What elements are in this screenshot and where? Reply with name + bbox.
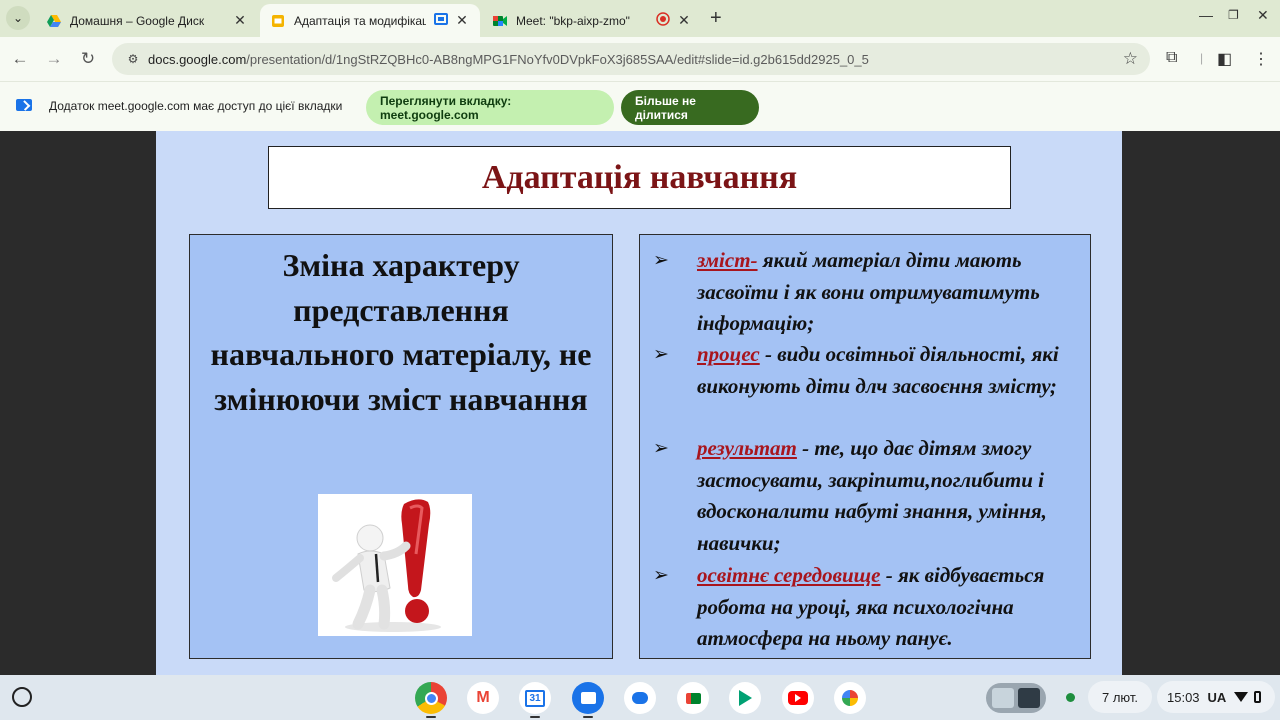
toolbar-divider: | — [1200, 51, 1204, 65]
battery-icon — [1254, 691, 1262, 703]
sharing-indicator-icon — [434, 13, 448, 28]
bookmark-star-icon[interactable]: ☆ — [1123, 49, 1138, 69]
tab-google-drive[interactable]: Домашня – Google Диск ✕ — [36, 4, 258, 37]
google-meet-icon — [492, 13, 508, 29]
chevron-down-icon: ⌄ — [12, 11, 24, 25]
address-bar[interactable]: ⚙ docs.google.com/presentation/d/1ngStRZ… — [112, 43, 1150, 75]
tab-sharing-bar: Додаток meet.google.com має доступ до ці… — [0, 81, 1280, 131]
view-tab-button[interactable]: Переглянути вкладку: meet.google.com — [366, 90, 614, 125]
gmail-icon[interactable]: M — [467, 682, 499, 714]
running-indicator — [583, 716, 593, 718]
bullet-text: зміст- який матеріал діти мають засвоїти… — [697, 245, 1082, 340]
chat-icon[interactable] — [624, 682, 656, 714]
photos-icon[interactable] — [834, 682, 866, 714]
meet-icon[interactable] — [677, 682, 709, 714]
tab-title: Домашня – Google Диск — [70, 13, 205, 28]
bullet-text: процес - види освітньої діяльності, які … — [697, 339, 1082, 402]
extensions-icon[interactable]: ⧉ — [1166, 49, 1177, 67]
url-host: docs.google.com — [148, 51, 247, 67]
input-language: UA — [1207, 689, 1227, 705]
google-drive-icon — [46, 13, 62, 29]
new-tab-button[interactable]: + — [710, 8, 722, 28]
clock: 15:03 — [1167, 689, 1200, 705]
running-indicator — [426, 716, 436, 718]
close-icon[interactable]: ✕ — [454, 12, 470, 29]
calendar-icon[interactable]: 31 — [519, 682, 551, 714]
slide-title: Адаптація навчання — [481, 158, 798, 196]
tab-meet[interactable]: Meet: "bkp-aixp-zmo" ✕ — [482, 4, 702, 37]
slide-title-box: Адаптація навчання — [268, 146, 1011, 209]
recording-status-icon[interactable] — [1066, 693, 1075, 702]
recording-icon — [656, 12, 670, 29]
close-window-icon[interactable]: ✕ — [1257, 7, 1269, 24]
tab-title: Meet: "bkp-aixp-zmo" — [516, 13, 630, 28]
os-shelf: M 31 7 лют. 15:03 UA — [0, 675, 1280, 720]
tab-search-button[interactable]: ⌄ — [6, 6, 30, 30]
launcher-icon[interactable] — [12, 687, 32, 707]
play-store-icon[interactable] — [729, 682, 761, 714]
browser-toolbar: ← → ↻ ⚙ docs.google.com/presentation/d/1… — [0, 37, 1280, 81]
bullet-term: процес — [697, 342, 760, 366]
back-arrow-icon[interactable]: ← — [8, 47, 32, 71]
tab-strip: ⌄ Домашня – Google Диск ✕ Адаптація та м… — [0, 0, 1280, 37]
tab-title: Адаптація та модифікаці — [294, 13, 426, 28]
restore-icon[interactable]: ❐ — [1228, 8, 1239, 22]
left-heading: Зміна характеру представлення навчальног… — [210, 247, 592, 417]
wifi-icon — [1234, 692, 1249, 702]
reload-icon[interactable]: ↻ — [76, 47, 100, 71]
side-panel-icon[interactable]: ◧ — [1217, 49, 1232, 69]
status-area[interactable]: 15:03 UA — [1157, 681, 1275, 713]
youtube-icon[interactable] — [782, 682, 814, 714]
site-settings-icon[interactable]: ⚙ — [118, 52, 148, 66]
left-text-box: Зміна характеру представлення навчальног… — [189, 234, 613, 659]
minimize-icon[interactable]: — — [1199, 7, 1213, 23]
bullet-text: освітнє середовище - як відбувається роб… — [697, 560, 1082, 655]
bullet-term: результат — [697, 436, 797, 460]
forward-arrow-icon[interactable]: → — [42, 47, 66, 71]
screen-capture-preview[interactable] — [986, 683, 1046, 713]
close-icon[interactable]: ✕ — [676, 12, 692, 29]
bullet-text: результат - те, що дає дітям змогу засто… — [697, 433, 1082, 559]
date-pill[interactable]: 7 лют. — [1088, 681, 1152, 713]
url-path: /presentation/d/1ngStRZQBHc0-AB8ngMPG1FN… — [246, 51, 869, 67]
slide[interactable]: Адаптація навчання Зміна характеру предс… — [156, 131, 1122, 675]
bullet-arrow-icon: ➢ — [653, 343, 669, 365]
running-indicator — [530, 716, 540, 718]
exclamation-person-illustration — [318, 494, 472, 636]
tab-slides[interactable]: Адаптація та модифікаці ✕ — [260, 4, 480, 37]
more-menu-icon[interactable]: ⋮ — [1253, 49, 1269, 69]
right-list-box: ➢ зміст- який матеріал діти мають засвої… — [639, 234, 1091, 659]
bullet-term: освітнє середовище — [697, 563, 881, 587]
files-icon[interactable] — [572, 682, 604, 714]
google-slides-icon — [270, 13, 286, 29]
stop-sharing-button[interactable]: Більше не ділитися — [621, 90, 759, 125]
bullet-arrow-icon: ➢ — [653, 437, 669, 459]
sharing-message: Додаток meet.google.com має доступ до ці… — [49, 99, 343, 113]
url-text: docs.google.com/presentation/d/1ngStRZQB… — [148, 52, 869, 67]
presentation-viewport: Адаптація навчання Зміна характеру предс… — [0, 131, 1280, 675]
close-icon[interactable]: ✕ — [232, 12, 248, 29]
bullet-arrow-icon: ➢ — [653, 249, 669, 271]
bullet-term: зміст- — [697, 248, 758, 272]
screen-share-icon — [16, 99, 32, 111]
bullet-arrow-icon: ➢ — [653, 564, 669, 586]
chrome-icon[interactable] — [415, 682, 447, 714]
